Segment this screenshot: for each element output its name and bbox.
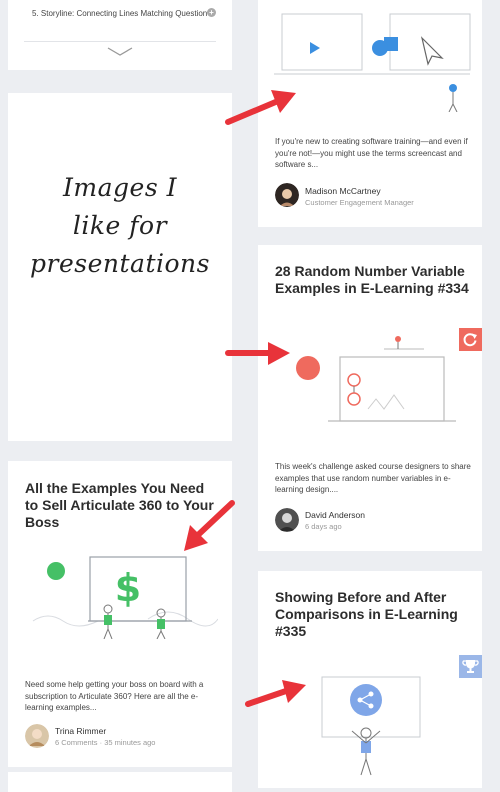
- trophy-icon: [462, 660, 479, 673]
- avatar[interactable]: [275, 183, 299, 207]
- red-arrow: [225, 90, 296, 125]
- random-number-illustration: [296, 336, 456, 422]
- author-role: Customer Engagement Manager: [305, 198, 414, 207]
- challenge-badge[interactable]: [459, 655, 482, 678]
- avatar[interactable]: [275, 508, 299, 532]
- svg-text:$: $: [115, 566, 141, 610]
- plus-icon[interactable]: +: [207, 8, 216, 17]
- avatar[interactable]: [25, 724, 49, 748]
- article-excerpt: This week's challenge asked course desig…: [275, 462, 471, 494]
- author-name[interactable]: Trina Rimmer: [55, 726, 106, 736]
- handwritten-note-card: Images I like for presentations: [8, 93, 232, 441]
- share-illustration: [321, 676, 421, 776]
- comment-count[interactable]: 6 Comments: [55, 738, 98, 747]
- course-outline-card: 5. Storyline: Connecting Lines Matching …: [8, 0, 232, 70]
- chevron-down-icon[interactable]: [106, 45, 134, 57]
- article-title[interactable]: 28 Random Number Variable Examples in E-…: [275, 263, 471, 297]
- red-arrow: [245, 680, 306, 707]
- article-excerpt: If you're new to creating software train…: [275, 137, 468, 169]
- red-arrow: [184, 500, 235, 551]
- note-line-3: presentations: [30, 249, 210, 278]
- author-name[interactable]: Madison McCartney: [305, 186, 381, 196]
- screencast-illustration: [274, 13, 471, 112]
- article-meta: 6 Comments · 35 minutes ago: [55, 738, 155, 747]
- divider: [24, 41, 216, 42]
- author-name[interactable]: David Anderson: [305, 510, 365, 520]
- outline-item-label[interactable]: 5. Storyline: Connecting Lines Matching …: [32, 9, 212, 20]
- red-arrow: [225, 342, 290, 365]
- money-illustration: $: [32, 556, 218, 639]
- note-line-1: Images I: [63, 173, 177, 202]
- note-line-2: like for: [72, 211, 168, 240]
- next-card: [8, 772, 232, 792]
- article-title[interactable]: Showing Before and After Comparisons in …: [275, 589, 471, 640]
- post-time: 6 days ago: [305, 522, 342, 531]
- article-card-random-number[interactable]: 28 Random Number Variable Examples in E-…: [258, 245, 482, 551]
- article-excerpt: Need some help getting your boss on boar…: [25, 680, 204, 712]
- post-time: 35 minutes ago: [104, 738, 156, 747]
